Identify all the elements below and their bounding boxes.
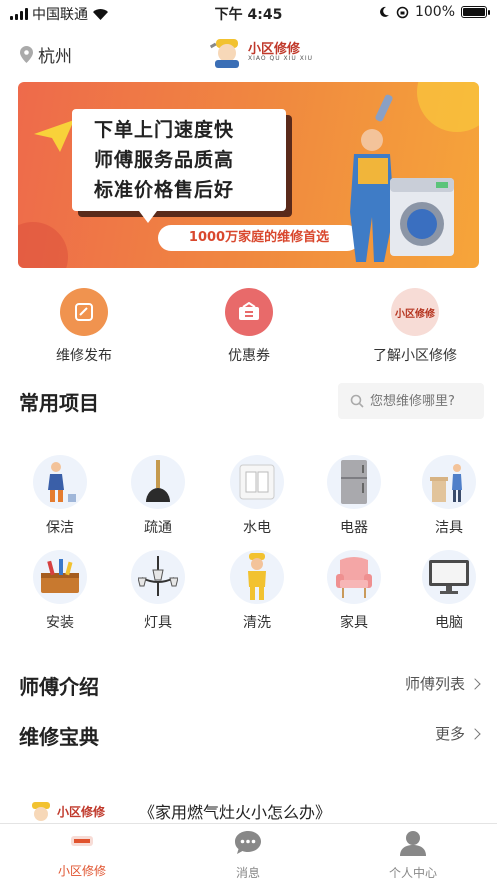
grid-item-label: 保洁 [46,520,74,536]
grid-item-appliance[interactable]: 电器 [314,455,394,537]
fridge-icon [327,455,381,509]
masters-title: 师傅介绍 [19,675,99,699]
chevron-right-icon [469,727,481,740]
grid-item-unclog[interactable]: 疏通 [118,455,198,537]
masters-list-label: 师傅列表 [404,675,465,693]
tab-label: 个人中心 [388,866,437,880]
armchair-icon [327,550,381,604]
switch-icon [230,455,284,509]
mascot-icon [32,802,50,821]
article-title: 《家用燃气灶火小怎么办》 [139,803,332,822]
grid-item-cleaning[interactable]: 保洁 [20,455,100,537]
article-logo-text: 小区修修 [57,804,106,819]
tab-messages[interactable]: 消息 [188,830,308,881]
banner-line: 下单上门速度快 [94,119,235,141]
grid-item-computer[interactable]: 电脑 [409,550,489,632]
search-icon [350,394,364,408]
quick-action-label: 了解小区修修 [373,348,457,364]
article-item[interactable]: 小区修修 《家用燃气灶火小怎么办》 [28,798,478,824]
washing-machine-icon [390,178,454,256]
plunger-icon [131,455,185,509]
banner-decoration [18,222,68,268]
quick-action-repair[interactable]: 维修发布 [24,288,144,365]
monitor-icon [422,550,476,604]
quick-action-label: 维修发布 [56,348,112,364]
guide-title: 维修宝典 [19,725,99,749]
grid-item-install[interactable]: 安装 [20,550,100,632]
grid-item-label: 灯具 [144,615,172,631]
banner-decoration [417,82,479,132]
sink-icon [422,455,476,509]
guide-more-label: 更多 [434,725,465,743]
grid-item-label: 电脑 [435,615,463,631]
location-selector[interactable]: 杭州 [20,42,72,67]
masters-list-link[interactable]: 师傅列表 [404,673,481,694]
edit-icon [60,288,108,336]
grid-item-label: 安装 [46,615,74,631]
grid-item-furniture[interactable]: 家具 [314,550,394,632]
banner-line: 师傅服务品质高 [94,149,235,171]
rotation-lock-icon [396,6,409,18]
chevron-right-icon [469,677,481,690]
promo-banner[interactable]: 下单上门速度快 师傅服务品质高 标准价格售后好 1000万家庭的维修首选 [18,82,479,268]
grid-item-lighting[interactable]: 灯具 [118,550,198,632]
location-pin-icon [20,46,33,63]
quick-action-coupon[interactable]: 优惠券 [189,288,309,365]
tab-label: 消息 [235,866,260,880]
article-thumbnail: 小区修修 [28,800,105,822]
common-items-title: 常用项目 [19,391,99,415]
grid-item-label: 清洗 [243,615,271,631]
grid-item-label: 家具 [340,615,368,631]
guide-more-link[interactable]: 更多 [434,723,481,744]
grid-item-label: 疏通 [144,520,172,536]
battery-percent: 100% [414,4,455,20]
banner-tagline: 1000万家庭的维修首选 [158,225,360,251]
grid-item-label: 洁具 [435,520,463,536]
bubble-tail [136,207,160,223]
banner-line: 标准价格售后好 [94,179,235,201]
quick-action-about[interactable]: 小区修修 了解小区修修 [355,288,475,365]
brand-name: 小区修修 [248,41,301,57]
paper-plane-icon [34,120,74,152]
grid-item-sanitary[interactable]: 洁具 [409,455,489,537]
battery-icon [461,6,490,18]
cleaning-icon [33,455,87,509]
quick-actions: 维修发布 优惠券 小区修修 了解小区修修 [0,288,497,368]
tab-label: 小区修修 [57,864,106,878]
chandelier-icon [131,550,185,604]
moon-icon [380,6,389,17]
tab-home[interactable]: 小区修修 [22,830,142,879]
location-name: 杭州 [38,47,72,67]
search-box[interactable] [338,383,484,419]
about-logo-text: 小区修修 [395,308,435,320]
brand-logo-icon: 小区修修 [391,288,439,336]
grid-item-label: 水电 [243,520,271,536]
brand-logo: 小区修修 XIAO QU XIU XIU [210,36,313,68]
top-bar: 杭州 小区修修 XIAO QU XIU XIU [0,34,497,72]
grid-item-label: 电器 [340,520,368,536]
quick-action-label: 优惠券 [228,348,270,364]
home-logo-icon [71,836,93,846]
tab-profile[interactable]: 个人中心 [353,830,473,881]
tab-bar: 小区修修 消息 个人中心 [0,823,497,883]
grid-item-washing[interactable]: 清洗 [217,550,297,632]
search-input[interactable] [370,393,480,409]
worker-icon [230,550,284,604]
grid-item-plumbing-electric[interactable]: 水电 [217,455,297,537]
mascot-icon [210,39,239,68]
banner-bubble: 下单上门速度快 师傅服务品质高 标准价格售后好 [72,109,286,211]
brand-subtitle: XIAO QU XIU XIU [248,54,313,62]
user-icon [400,831,426,856]
message-icon [235,831,261,854]
coupon-icon [225,288,273,336]
status-bar: 中国联通 下午 4:45 100% [0,0,497,26]
toolbox-icon [33,550,87,604]
